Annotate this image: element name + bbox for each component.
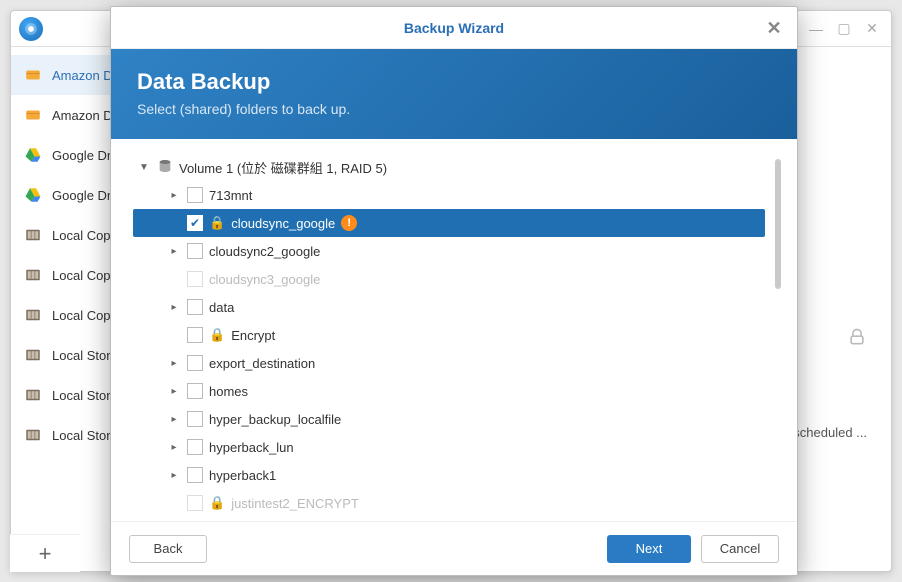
folder-name: cloudsync_google bbox=[231, 216, 335, 231]
expand-toggle[interactable]: ▸ bbox=[167, 246, 181, 257]
amazon-drive-icon bbox=[23, 65, 43, 85]
folder-checkbox[interactable]: ✔ bbox=[187, 215, 203, 231]
folder-checkbox[interactable] bbox=[187, 299, 203, 315]
folder-name: homes bbox=[209, 384, 248, 399]
tree-folder-row[interactable]: ✔ 🔒 cloudsync_google! bbox=[133, 209, 765, 237]
tree-folder-row[interactable]: ▸ 713mnt bbox=[133, 181, 783, 209]
expand-toggle[interactable]: ▸ bbox=[167, 358, 181, 369]
bg-minimize-button[interactable]: — bbox=[805, 19, 827, 39]
local-storage-icon bbox=[23, 385, 43, 405]
google-drive-icon bbox=[23, 185, 43, 205]
lock-icon: 🔒 bbox=[209, 327, 225, 343]
next-button[interactable]: Next bbox=[607, 535, 691, 563]
sidebar-item-label: Local Copy bbox=[52, 308, 117, 323]
tree-folder-row: 🔒 justintest2_ENCRYPT bbox=[133, 489, 783, 513]
folder-checkbox[interactable] bbox=[187, 411, 203, 427]
lock-user-icon[interactable] bbox=[847, 327, 867, 352]
folder-tree: ▼ Volume 1 (位於 磁碟群組 1, RAID 5) ▸ 713mnt ✔ 🔒 cl… bbox=[133, 153, 783, 513]
banner-subtitle: Select (shared) folders to back up. bbox=[137, 101, 771, 117]
folder-checkbox[interactable] bbox=[187, 327, 203, 343]
tree-folder-row[interactable]: ▸ data bbox=[133, 293, 783, 321]
folder-name: hyper_backup_localfile bbox=[209, 412, 341, 427]
dialog-banner: Data Backup Select (shared) folders to b… bbox=[111, 49, 797, 139]
folder-name: hyperback1 bbox=[209, 468, 276, 483]
folder-checkbox[interactable] bbox=[187, 467, 203, 483]
google-drive-icon bbox=[23, 145, 43, 165]
folder-name: data bbox=[209, 300, 234, 315]
local-storage-icon bbox=[23, 225, 43, 245]
warning-icon: ! bbox=[341, 215, 357, 231]
folder-name: export_destination bbox=[209, 356, 315, 371]
lock-icon: 🔒 bbox=[209, 495, 225, 511]
folder-name: justintest2_ENCRYPT bbox=[231, 496, 359, 511]
bg-maximize-button[interactable]: ▢ bbox=[833, 19, 855, 39]
back-button[interactable]: Back bbox=[129, 535, 207, 563]
sidebar-item-label: Local Copy bbox=[52, 228, 117, 243]
dialog-footer: Back Next Cancel bbox=[111, 521, 797, 575]
folder-checkbox[interactable] bbox=[187, 383, 203, 399]
scheduled-text: scheduled ... bbox=[793, 425, 867, 440]
tree-volume-row[interactable]: ▼ Volume 1 (位於 磁碟群組 1, RAID 5) bbox=[133, 153, 783, 181]
volume-icon bbox=[157, 158, 173, 177]
folder-checkbox bbox=[187, 495, 203, 511]
tree-folder-row[interactable]: ▸ hyper_backup_localfile bbox=[133, 405, 783, 433]
tree-folder-row[interactable]: ▸ hyperback1 bbox=[133, 461, 783, 489]
folder-name: Encrypt bbox=[231, 328, 275, 343]
sidebar-add-button[interactable]: + bbox=[10, 534, 80, 572]
lock-icon: 🔒 bbox=[209, 215, 225, 231]
bg-close-button[interactable]: ✕ bbox=[861, 19, 883, 39]
plus-icon: + bbox=[39, 541, 52, 567]
folder-checkbox[interactable] bbox=[187, 243, 203, 259]
expand-toggle[interactable]: ▸ bbox=[167, 190, 181, 201]
expand-toggle[interactable]: ▸ bbox=[167, 470, 181, 481]
backup-wizard-dialog: Backup Wizard ✕ Data Backup Select (shar… bbox=[110, 6, 798, 576]
banner-title: Data Backup bbox=[137, 69, 771, 95]
sidebar-item-label: Local Copy bbox=[52, 268, 117, 283]
app-logo-icon bbox=[19, 17, 43, 41]
tree-folder-row: cloudsync3_google bbox=[133, 265, 783, 293]
dialog-title: Backup Wizard bbox=[404, 20, 504, 36]
folder-checkbox bbox=[187, 271, 203, 287]
folder-name: cloudsync3_google bbox=[209, 272, 320, 287]
scrollbar-thumb[interactable] bbox=[775, 159, 781, 289]
volume-label: Volume 1 (位於 磁碟群組 1, RAID 5) bbox=[179, 158, 387, 177]
expand-toggle[interactable]: ▸ bbox=[167, 442, 181, 453]
folder-name: cloudsync2_google bbox=[209, 244, 320, 259]
expand-toggle[interactable]: ▼ bbox=[137, 162, 151, 173]
expand-toggle[interactable]: ▸ bbox=[167, 302, 181, 313]
local-storage-icon bbox=[23, 305, 43, 325]
folder-name: 713mnt bbox=[209, 188, 252, 203]
expand-toggle[interactable]: ▸ bbox=[167, 414, 181, 425]
dialog-titlebar: Backup Wizard ✕ bbox=[111, 7, 797, 49]
tree-folder-row[interactable]: ▸ hyperback_lun bbox=[133, 433, 783, 461]
local-storage-icon bbox=[23, 345, 43, 365]
tree-folder-row[interactable]: ▸ cloudsync2_google bbox=[133, 237, 783, 265]
folder-checkbox[interactable] bbox=[187, 187, 203, 203]
folder-checkbox[interactable] bbox=[187, 355, 203, 371]
expand-toggle[interactable]: ▸ bbox=[167, 386, 181, 397]
tree-folder-row[interactable]: ▸ homes bbox=[133, 377, 783, 405]
folder-checkbox[interactable] bbox=[187, 439, 203, 455]
local-storage-icon bbox=[23, 265, 43, 285]
tree-folder-row[interactable]: ▸ export_destination bbox=[133, 349, 783, 377]
folder-name: hyperback_lun bbox=[209, 440, 294, 455]
tree-folder-row[interactable]: 🔒 Encrypt bbox=[133, 321, 783, 349]
dialog-content: ▼ Volume 1 (位於 磁碟群組 1, RAID 5) ▸ 713mnt ✔ 🔒 cl… bbox=[111, 139, 797, 521]
dialog-close-button[interactable]: ✕ bbox=[761, 15, 787, 41]
amazon-drive-icon bbox=[23, 105, 43, 125]
cancel-button[interactable]: Cancel bbox=[701, 535, 779, 563]
local-storage-icon bbox=[23, 425, 43, 445]
